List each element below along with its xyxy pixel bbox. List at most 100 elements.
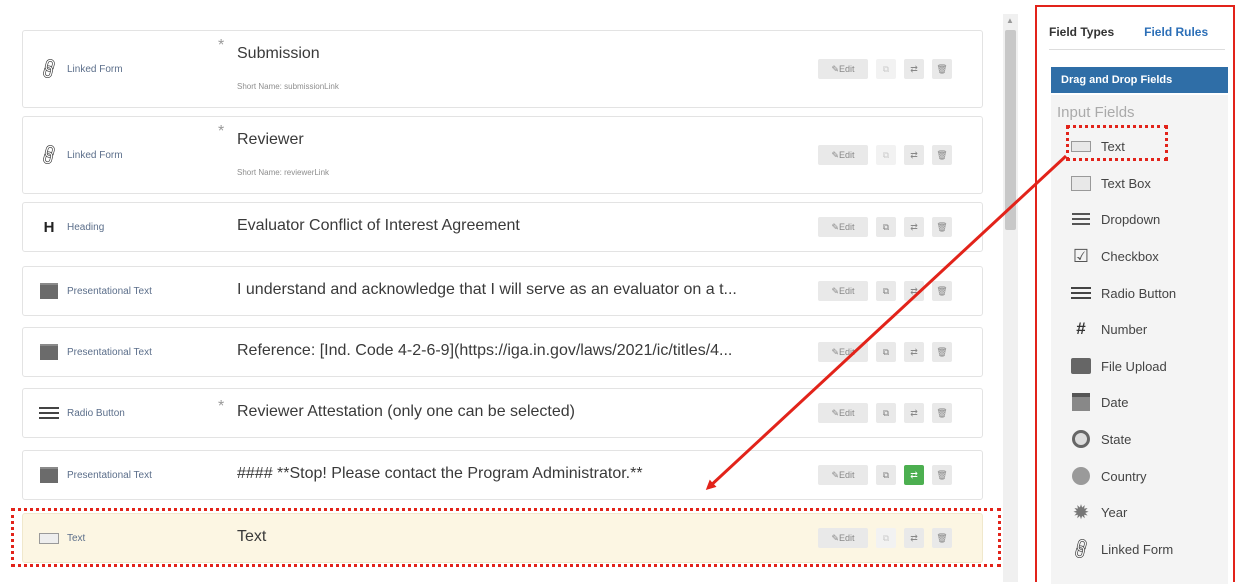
heading-icon: H (43, 218, 55, 236)
field-type-radio-button[interactable]: Radio Button (1071, 283, 1176, 303)
delete-button[interactable]: 🗑︎ (932, 145, 952, 165)
short-name: Short Name: submissionLink (237, 82, 339, 91)
copy-button[interactable]: ⧉ (876, 342, 896, 362)
field-type: 🔗︎ Linked Form (36, 142, 123, 168)
shuffle-button[interactable]: ⇄ (904, 281, 924, 301)
required-marker: * (218, 37, 225, 54)
field-row-radio-button[interactable]: Radio Button * Reviewer Attestation (onl… (22, 388, 983, 438)
field-title: Reviewer Attestation (only one can be se… (237, 403, 575, 420)
copy-button[interactable]: ⧉ (876, 281, 896, 301)
delete-button[interactable]: 🗑︎ (932, 403, 952, 423)
edit-button[interactable]: ✎ Edit (818, 465, 868, 485)
delete-button[interactable]: 🗑︎ (932, 217, 952, 237)
field-row-reviewer[interactable]: 🔗︎ Linked Form * Reviewer Short Name: re… (22, 116, 983, 194)
field-types-panel: Field Types Field Rules Drag and Drop Fi… (1035, 5, 1235, 584)
tab-field-rules[interactable]: Field Rules (1144, 25, 1208, 39)
field-type-label: Presentational Text (67, 285, 152, 297)
field-type-dropdown[interactable]: Dropdown (1071, 209, 1160, 229)
field-type-label: Linked Form (67, 63, 123, 75)
tab-field-types[interactable]: Field Types (1049, 25, 1114, 39)
field-type: Presentational Text (39, 344, 152, 360)
date-icon (1071, 392, 1091, 412)
field-type: 🔗︎ Linked Form (36, 56, 123, 82)
field-title: Reference: [Ind. Code 4-2-6-9](https://i… (237, 342, 733, 359)
field-type-number[interactable]: # Number (1071, 319, 1147, 339)
field-title: Submission (237, 45, 320, 62)
edit-button[interactable]: ✎ Edit (818, 59, 868, 79)
state-icon (1071, 429, 1091, 449)
field-title: I understand and acknowledge that I will… (237, 281, 737, 298)
input-fields-heading: Input Fields (1057, 104, 1135, 121)
field-type-label: Heading (67, 221, 105, 233)
file-upload-icon (1071, 356, 1091, 376)
field-type-date[interactable]: Date (1071, 392, 1128, 412)
field-type: Presentational Text (39, 467, 152, 483)
copy-button[interactable]: ⧉ (876, 465, 896, 485)
field-type-linked-form[interactable]: 🔗︎ Linked Form (1068, 536, 1173, 562)
radio-button-icon (1071, 283, 1091, 303)
copy-button[interactable]: ⧉ (876, 403, 896, 423)
field-type-checkbox[interactable]: ☑ Checkbox (1071, 246, 1159, 266)
drag-drop-header: Drag and Drop Fields (1051, 67, 1228, 93)
field-type: H Heading (39, 218, 105, 236)
field-type-state[interactable]: State (1071, 429, 1131, 449)
field-row-heading[interactable]: H Heading Evaluator Conflict of Interest… (22, 202, 983, 252)
year-icon: ✹ (1072, 501, 1090, 524)
edit-button[interactable]: ✎ Edit (818, 217, 868, 237)
delete-button[interactable]: 🗑︎ (932, 59, 952, 79)
field-title: Reviewer (237, 131, 304, 148)
shuffle-button[interactable]: ⇄ (904, 403, 924, 423)
field-row-presentational-1[interactable]: Presentational Text I understand and ack… (22, 266, 983, 316)
shuffle-button[interactable]: ⇄ (904, 342, 924, 362)
link-icon: 🔗︎ (1068, 536, 1095, 562)
link-icon: 🔗︎ (36, 142, 63, 168)
field-type-text-box[interactable]: Text Box (1071, 173, 1151, 193)
field-type-label: Presentational Text (67, 469, 152, 481)
number-icon: # (1076, 319, 1086, 338)
copy-button[interactable]: ⧉ (876, 145, 896, 165)
shuffle-button[interactable]: ⇄ (904, 59, 924, 79)
checkbox-icon: ☑ (1072, 245, 1090, 266)
field-type-file-upload[interactable]: File Upload (1071, 356, 1167, 376)
radio-button-icon (39, 405, 59, 421)
scrollbar-thumb[interactable] (1005, 30, 1016, 230)
edit-button[interactable]: ✎ Edit (818, 342, 868, 362)
presentational-text-icon (39, 283, 59, 299)
field-title: #### **Stop! Please contact the Program … (237, 465, 643, 482)
field-type-label: Linked Form (67, 149, 123, 161)
shuffle-button[interactable]: ⇄ (904, 145, 924, 165)
delete-button[interactable]: 🗑︎ (932, 342, 952, 362)
required-marker: * (218, 398, 225, 415)
copy-button[interactable]: ⧉ (876, 59, 896, 79)
field-type-year[interactable]: ✹ Year (1071, 501, 1128, 524)
tab-divider (1049, 49, 1225, 50)
field-type: Presentational Text (39, 283, 152, 299)
text-box-icon (1071, 173, 1091, 193)
field-title: Evaluator Conflict of Interest Agreement (237, 217, 520, 234)
annotation-box-text-source (1066, 125, 1168, 161)
link-icon: 🔗︎ (36, 56, 63, 82)
required-marker: * (218, 123, 225, 140)
shuffle-button[interactable]: ⇄ (904, 217, 924, 237)
presentational-text-icon (39, 467, 59, 483)
field-type-label: Presentational Text (67, 346, 152, 358)
scroll-up-arrow-icon[interactable]: ▲ (1006, 16, 1014, 25)
delete-button[interactable]: 🗑︎ (932, 281, 952, 301)
field-type-country[interactable]: Country (1071, 466, 1147, 486)
delete-button[interactable]: 🗑︎ (932, 465, 952, 485)
short-name: Short Name: reviewerLink (237, 168, 330, 177)
field-row-presentational-3[interactable]: Presentational Text #### **Stop! Please … (22, 450, 983, 500)
edit-button[interactable]: ✎ Edit (818, 145, 868, 165)
shuffle-button[interactable]: ⇄ (904, 465, 924, 485)
field-row-presentational-2[interactable]: Presentational Text Reference: [Ind. Cod… (22, 327, 983, 377)
copy-button[interactable]: ⧉ (876, 217, 896, 237)
edit-button[interactable]: ✎ Edit (818, 281, 868, 301)
presentational-text-icon (39, 344, 59, 360)
field-row-submission[interactable]: 🔗︎ Linked Form * Submission Short Name: … (22, 30, 983, 108)
country-icon (1071, 466, 1091, 486)
annotation-box-new-text-row (11, 508, 1001, 567)
dropdown-icon (1071, 209, 1091, 229)
field-type-label: Radio Button (67, 407, 125, 419)
field-type: Radio Button (39, 405, 125, 421)
edit-button[interactable]: ✎ Edit (818, 403, 868, 423)
